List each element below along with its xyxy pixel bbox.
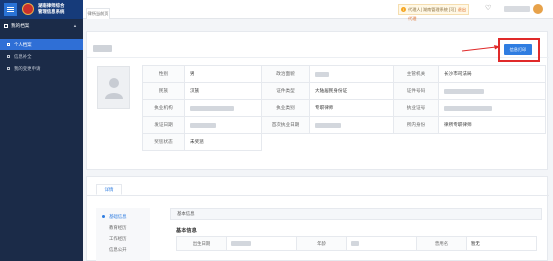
detail-subnav: 基础信息 教育经历 工作经历 信息公开 [96, 208, 150, 261]
bell-icon[interactable]: ♡ [485, 4, 493, 13]
profile-info-table: 性别 男 政治面貌 主管机关 长沙市司法局 民族 汉族 证件类型 大陆居民身份证… [142, 65, 546, 151]
label-practice-type: 执业类别 [261, 99, 310, 117]
detail-section: 详情 基础信息 教育经历 工作经历 信息公开 基本信息 基本信息 出生日期 年龄… [86, 176, 549, 261]
file-icon [7, 67, 10, 70]
redacted-value [231, 241, 251, 247]
value-age [346, 236, 417, 251]
sidebar-item-label: 我的变更申请 [14, 66, 41, 71]
profile-photo [97, 66, 130, 109]
label-issue-date: 发证日期 [142, 116, 185, 134]
warning-icon: ! [401, 7, 406, 12]
value-license-number [438, 99, 546, 117]
label-birth-date: 出生日期 [176, 236, 227, 251]
app-title-line2: 管理信息系统 [38, 9, 65, 14]
redacted-value [444, 88, 484, 94]
archive-icon [4, 24, 8, 28]
empty-cell [262, 134, 546, 151]
label-license-number: 执业证号 [393, 99, 439, 117]
value-practice-firm [184, 99, 262, 117]
value-birth-date [226, 236, 297, 251]
subnav-education[interactable]: 教育经历 [96, 222, 150, 233]
sidebar-item-change-requests[interactable]: 我的变更申请 [0, 63, 83, 74]
sidebar-group-my-archive[interactable]: 我的档案 ▲ [0, 19, 83, 33]
subnav-label: 工作经历 [109, 236, 127, 241]
tab-current-page[interactable]: 律所当前页 [86, 8, 110, 19]
label-gender: 性别 [142, 65, 185, 83]
label-ethnicity: 民族 [142, 82, 185, 100]
value-first-practice-date [309, 116, 394, 134]
label-id-type: 证件类型 [261, 82, 310, 100]
basic-info-table: 出生日期 年龄 曾用名 暂无 [176, 236, 537, 251]
chevron-up-icon: ▲ [73, 23, 77, 28]
annotation-arrow [461, 45, 500, 52]
active-dot-icon [102, 215, 105, 218]
redacted-value [444, 105, 492, 111]
redacted-value [190, 122, 216, 128]
table-row: 发证日期 首次执业日期 所内身份 律所专职律师 [142, 116, 546, 134]
label-political-status: 政治面貌 [261, 65, 310, 83]
table-row: 民族 汉族 证件类型 大陆居民身份证 证件号码 [142, 82, 546, 100]
value-gender: 男 [184, 65, 262, 83]
file-icon [7, 55, 10, 58]
label-id-number: 证件号码 [393, 82, 439, 100]
label-authority: 主管机关 [393, 65, 439, 83]
top-bar: 湖南律师综合 管理信息系统 律所当前页 ! 代理人| 湖南管理系统 [可] 退出代… [0, 0, 553, 21]
sidebar-item-label: 个人档案 [14, 42, 32, 47]
subnav-label: 教育经历 [109, 225, 127, 230]
person-placeholder-icon [105, 78, 123, 99]
redacted-value [315, 122, 341, 128]
subnav-basic-info[interactable]: 基础信息 [96, 211, 150, 222]
label-firm-role: 所内身份 [393, 116, 439, 134]
value-id-type: 大陆居民身份证 [309, 82, 394, 100]
subnav-label: 基础信息 [109, 214, 127, 219]
value-political-status [309, 65, 394, 83]
divider [87, 195, 549, 196]
label-first-practice-date: 首次执业日期 [261, 116, 310, 134]
sidebar-item-personal-archive[interactable]: 个人档案 [0, 39, 83, 50]
label-reward-status: 奖惩状态 [142, 133, 185, 151]
sidebar-item-label: 信息补全 [14, 54, 32, 59]
redacted-value [190, 105, 234, 111]
tab-details[interactable]: 详情 [96, 184, 122, 195]
lawyer-name-redacted [93, 45, 112, 52]
profile-card: 信息打印 性别 男 政治面貌 主管机关 长沙市司法局 民族 汉族 证件类型 大陆… [86, 31, 549, 170]
label-practice-firm: 执业机构 [142, 99, 185, 117]
user-name-redacted[interactable] [504, 6, 530, 12]
redacted-value [315, 71, 329, 77]
subnav-public-info[interactable]: 信息公开 [96, 244, 150, 255]
table-row: 执业机构 执业类别 专职律师 执业证号 [142, 99, 546, 117]
label-age: 年龄 [296, 236, 347, 251]
app-title: 湖南律师综合 管理信息系统 [38, 3, 82, 15]
label-former-name: 曾用名 [416, 236, 467, 251]
subnav-label: 信息公开 [109, 247, 127, 252]
table-row: 出生日期 年龄 曾用名 暂无 [176, 236, 537, 251]
sidebar: 我的档案 ▲ 个人档案 信息补全 我的变更申请 [0, 19, 83, 261]
value-issue-date [184, 116, 262, 134]
file-icon [7, 43, 10, 46]
value-firm-role: 律所专职律师 [438, 116, 546, 134]
value-reward-status: 未奖惩 [184, 133, 262, 151]
value-id-number [438, 82, 546, 100]
avatar[interactable] [533, 4, 543, 14]
menu-toggle-icon[interactable] [4, 3, 17, 16]
agent-notice: ! 代理人| 湖南管理系统 [可] 退出代理 [398, 4, 469, 21]
value-practice-type: 专职律师 [309, 99, 394, 117]
value-former-name: 暂无 [466, 236, 537, 251]
brand-area: 湖南律师综合 管理信息系统 [0, 0, 83, 19]
print-info-button[interactable]: 信息打印 [504, 44, 532, 55]
detail-header: 基本信息 [170, 208, 542, 220]
sidebar-group-label: 我的档案 [11, 23, 30, 28]
sidebar-item-info-complete[interactable]: 信息补全 [0, 51, 83, 62]
emblem-logo [22, 3, 34, 15]
subnav-work-experience[interactable]: 工作经历 [96, 233, 150, 244]
table-row: 奖惩状态 未奖惩 [142, 133, 546, 151]
redacted-value [351, 241, 359, 247]
table-row: 性别 男 政治面貌 主管机关 长沙市司法局 [142, 65, 546, 83]
divider [87, 57, 549, 58]
notice-text: 代理人| 湖南管理系统 [可] [408, 7, 456, 12]
value-authority: 长沙市司法局 [438, 65, 546, 83]
detail-title: 基本信息 [176, 228, 197, 234]
value-ethnicity: 汉族 [184, 82, 262, 100]
